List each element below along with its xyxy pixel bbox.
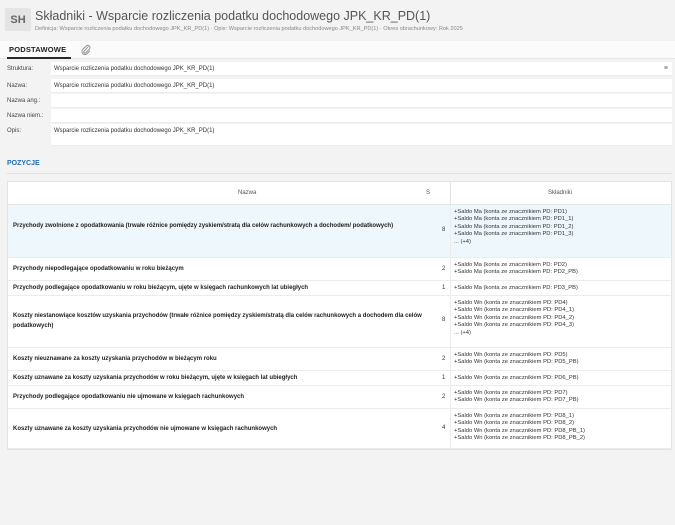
name-field[interactable]: Wsparcie rozliczenia podatku dochodowego…	[51, 79, 672, 93]
component-item: +Saldo Wn (konta ze znacznikiem PD: PD8_…	[454, 420, 575, 427]
component-more[interactable]: ... (+4)	[454, 330, 574, 337]
form-row-name-de: Nazwa niem.:	[0, 109, 675, 123]
table-row[interactable]: Koszty uznawane za koszty uzyskania przy…	[8, 409, 671, 449]
name-en-label: Nazwa ang.:	[7, 98, 41, 104]
table-row[interactable]: Przychody podlegające opodatkowaniu nie …	[8, 386, 671, 409]
tab-basic[interactable]: PODSTAWOWE	[9, 45, 66, 54]
component-item: +Saldo Wn (konta ze znacznikiem PD: PD8_…	[454, 427, 585, 434]
table-row[interactable]: Koszty uznawane za koszty uzyskania przy…	[8, 371, 671, 386]
component-more[interactable]: ... (+4)	[454, 239, 573, 246]
component-item: +Saldo Wn (konta ze znacznikiem PD: PD4_…	[454, 307, 575, 314]
row-components: +Saldo Wn (konta ze znacznikiem PD: PD6_…	[454, 375, 579, 382]
row-components: +Saldo Wn (konta ze znacznikiem PD: PD8_…	[454, 413, 585, 443]
name-label: Nazwa:	[7, 83, 28, 89]
description-field[interactable]: Wsparcie rozliczenia podatku dochodowego…	[51, 124, 672, 146]
table-row[interactable]: Koszty nieuznawane za koszty uzyskania p…	[8, 348, 671, 371]
row-components: +Saldo Wn (konta ze znacznikiem PD: PD4)…	[454, 300, 574, 337]
page-subtitle: Definicja: Wsparcie rozliczenia podatku …	[35, 26, 463, 32]
cell-divider	[450, 386, 451, 408]
section-divider	[7, 173, 672, 174]
form-row-name-en: Nazwa ang.:	[0, 94, 675, 108]
structure-label: Struktura:	[7, 66, 34, 72]
cell-divider	[450, 258, 451, 280]
row-components: +Saldo Ma (konta ze znacznikiem PD: PD2)…	[454, 262, 578, 277]
component-item: +Saldo Wn (konta ze znacznikiem PD: PD4_…	[454, 322, 575, 329]
row-name: Przychody podlegające opodatkowaniu w ro…	[13, 285, 309, 291]
page-title: Składniki - Wsparcie rozliczenia podatku…	[35, 9, 431, 23]
row-name: Koszty niestanowiące kosztów uzyskania p…	[13, 313, 422, 329]
name-de-field[interactable]	[51, 109, 672, 123]
component-item: +Saldo Ma (konta ze znacznikiem PD: PD2)	[454, 262, 567, 268]
row-s: 4	[442, 425, 446, 431]
row-s: 8	[442, 317, 446, 323]
component-item: +Saldo Wn (konta ze znacznikiem PD: PD4_…	[454, 314, 575, 321]
form-row-description: Opis: Wsparcie rozliczenia podatku docho…	[0, 124, 675, 146]
component-item: +Saldo Wn (konta ze znacznikiem PD: PD8_…	[454, 435, 585, 442]
component-item: +Saldo Ma (konta ze znacznikiem PD: PD2_…	[454, 269, 578, 276]
column-header-s[interactable]: S	[426, 190, 430, 196]
tab-bar: PODSTAWOWE	[0, 41, 675, 59]
cell-divider	[450, 409, 451, 448]
row-name: Przychody zwolnione z opodatkowania (trw…	[13, 223, 394, 229]
cell-divider	[450, 296, 451, 347]
row-components: +Saldo Ma (konta ze znacznikiem PD: PD1)…	[454, 209, 573, 246]
positions-section-title: POZYCJE	[7, 160, 40, 167]
name-de-label: Nazwa niem.:	[7, 113, 44, 119]
row-name: Koszty nieuznawane za koszty uzyskania p…	[13, 356, 217, 362]
table-row[interactable]: Przychody zwolnione z opodatkowania (trw…	[8, 205, 671, 258]
row-s: 8	[442, 227, 446, 233]
component-item: +Saldo Ma (konta ze znacznikiem PD: PD1_…	[454, 223, 574, 230]
tab-active-indicator	[7, 57, 71, 59]
row-components: +Saldo Ma (konta ze znacznikiem PD: PD3_…	[454, 285, 578, 292]
component-item: +Saldo Ma (konta ze znacznikiem PD: PD1)	[454, 209, 567, 215]
component-item: +Saldo Ma (konta ze znacznikiem PD: PD1_…	[454, 231, 574, 238]
row-name: Koszty uznawane za koszty uzyskania przy…	[13, 375, 298, 381]
row-s: 2	[442, 266, 446, 272]
component-item: +Saldo Wn (konta ze znacznikiem PD: PD7)	[454, 390, 568, 396]
cell-divider	[450, 281, 451, 295]
row-components: +Saldo Wn (konta ze znacznikiem PD: PD5)…	[454, 352, 579, 367]
component-item: +Saldo Ma (konta ze znacznikiem PD: PD1_…	[454, 216, 574, 223]
form-row-structure: Struktura: Wsparcie rozliczenia podatku …	[0, 62, 675, 76]
component-item: +Saldo Wn (konta ze znacznikiem PD: PD4)	[454, 300, 568, 306]
cell-divider	[450, 205, 451, 257]
name-en-field[interactable]	[51, 94, 672, 108]
column-divider	[450, 182, 451, 205]
row-components: +Saldo Wn (konta ze znacznikiem PD: PD7)…	[454, 390, 579, 405]
table-header: Nazwa S Składniki	[8, 182, 671, 205]
row-name: Przychody podlegające opodatkowaniu nie …	[13, 394, 245, 400]
table-row[interactable]: Przychody niepodlegające opodatkowaniu w…	[8, 258, 671, 281]
positions-table: Nazwa S Składniki Przychody zwolnione z …	[7, 181, 672, 450]
cell-divider	[450, 371, 451, 385]
component-item: +Saldo Wn (konta ze znacznikiem PD: PD6_…	[454, 375, 579, 381]
column-header-components[interactable]: Składniki	[548, 190, 572, 196]
cell-divider	[450, 348, 451, 370]
component-item: +Saldo Wn (konta ze znacznikiem PD: PD5_…	[454, 359, 579, 366]
row-name: Koszty uznawane za koszty uzyskania przy…	[13, 426, 278, 432]
row-s: 2	[442, 356, 446, 362]
column-header-name[interactable]: Nazwa	[238, 190, 256, 196]
table-row[interactable]: Przychody podlegające opodatkowaniu w ro…	[8, 281, 671, 296]
structure-field[interactable]: Wsparcie rozliczenia podatku dochodowego…	[51, 62, 672, 76]
menu-icon[interactable]: ≡	[664, 65, 668, 72]
row-name: Przychody niepodlegające opodatkowaniu w…	[13, 266, 184, 272]
row-s: 1	[442, 285, 446, 291]
description-label: Opis:	[7, 128, 22, 134]
component-item: +Saldo Wn (konta ze znacznikiem PD: PD8_…	[454, 413, 575, 419]
row-s: 1	[442, 375, 446, 381]
component-item: +Saldo Ma (konta ze znacznikiem PD: PD3_…	[454, 285, 578, 291]
structure-value: Wsparcie rozliczenia podatku dochodowego…	[54, 66, 215, 72]
component-item: +Saldo Wn (konta ze znacznikiem PD: PD5)	[454, 352, 568, 358]
paperclip-icon[interactable]	[80, 44, 92, 56]
row-s: 2	[442, 394, 446, 400]
component-item: +Saldo Wn (konta ze znacznikiem PD: PD7_…	[454, 397, 579, 404]
form-row-name: Nazwa: Wsparcie rozliczenia podatku doch…	[0, 79, 675, 93]
avatar: SH	[5, 8, 31, 31]
table-row[interactable]: Koszty niestanowiące kosztów uzyskania p…	[8, 296, 671, 348]
page-header: SH Składniki - Wsparcie rozliczenia poda…	[0, 0, 675, 40]
